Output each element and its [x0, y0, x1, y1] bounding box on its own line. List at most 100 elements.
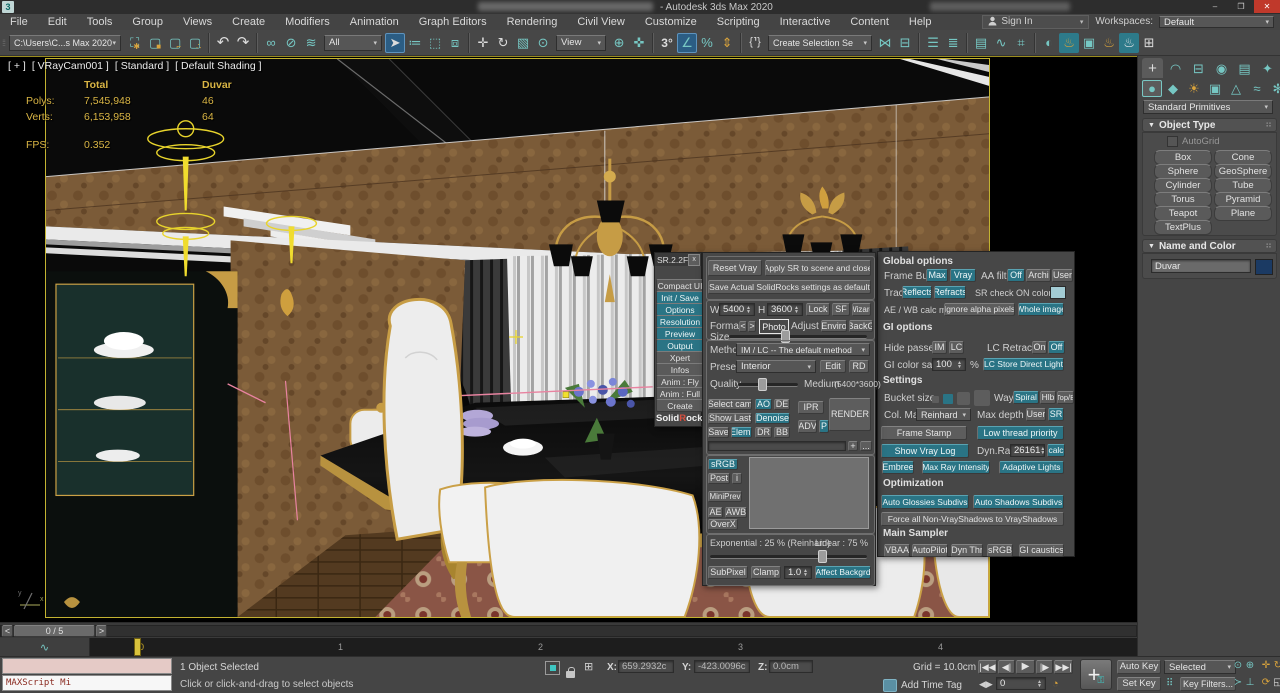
- app-icon[interactable]: 3: [2, 1, 14, 13]
- select-and-scale-icon[interactable]: ▧: [513, 33, 533, 53]
- hide-im-button[interactable]: IM: [932, 341, 947, 354]
- preset-rd-button[interactable]: RD: [849, 360, 869, 373]
- create-cone-button[interactable]: Cone: [1214, 150, 1272, 165]
- whole-image-button[interactable]: Whole image: [1018, 303, 1064, 316]
- format-prev-button[interactable]: <: [739, 321, 747, 332]
- create-geosphere-button[interactable]: GeoSphere: [1214, 164, 1272, 179]
- menu-item-content[interactable]: Content: [840, 14, 899, 30]
- category-shapes-icon[interactable]: ◆: [1163, 80, 1183, 97]
- time-slider-track[interactable]: [0, 625, 1137, 637]
- sign-in-dropdown[interactable]: Sign In ▾: [982, 15, 1089, 29]
- set-keys-big-button[interactable]: +⚿: [1080, 659, 1112, 690]
- material-editor-icon[interactable]: ◐: [1039, 33, 1059, 53]
- wizard-button[interactable]: Wizard: [852, 303, 871, 316]
- time-slider-handle[interactable]: 0 / 5: [14, 625, 95, 637]
- fb-vray-button[interactable]: Vray: [950, 269, 976, 282]
- mirror-icon[interactable]: ⋈: [875, 33, 895, 53]
- category-spacewarps-icon[interactable]: ≈: [1247, 80, 1267, 97]
- use-pivot-center-icon[interactable]: ⊕: [609, 33, 629, 53]
- close-button[interactable]: ✕: [1254, 0, 1280, 13]
- key-mode-toggle-left[interactable]: ◀▶: [979, 679, 993, 690]
- quality-slider-thumb[interactable]: [758, 378, 767, 391]
- preset-edit-button[interactable]: Edit: [820, 360, 846, 373]
- spinner-snap-icon[interactable]: ⇕: [717, 33, 737, 53]
- quality-slider[interactable]: [738, 383, 798, 387]
- adjust-backg-button[interactable]: BackG: [849, 320, 873, 332]
- create-tube-button[interactable]: Tube: [1214, 178, 1272, 193]
- tab-utilities[interactable]: ✦: [1257, 58, 1278, 78]
- menu-item-rendering[interactable]: Rendering: [497, 14, 568, 30]
- force-vrayshadows-button[interactable]: Force all Non-VrayShadows to VrayShadows: [881, 512, 1064, 526]
- play-button[interactable]: ▶: [1016, 660, 1035, 674]
- auto-key-button[interactable]: Auto Key: [1117, 660, 1161, 674]
- aa-off-button[interactable]: Off: [1007, 269, 1025, 282]
- create-teapot-button[interactable]: Teapot: [1154, 206, 1212, 221]
- spinner-arrows-icon[interactable]: ▲▼: [957, 361, 962, 369]
- autogrid-checkbox[interactable]: [1167, 136, 1178, 147]
- ao-button[interactable]: AO: [755, 399, 772, 410]
- rendered-frame-window-icon[interactable]: ▣: [1079, 33, 1099, 53]
- align-icon[interactable]: ⊟: [895, 33, 915, 53]
- plugin-button-1[interactable]: ⛶✱: [125, 33, 145, 53]
- time-next-frame-button[interactable]: >: [96, 625, 107, 637]
- menu-item-tools[interactable]: Tools: [77, 14, 123, 30]
- reset-vray-button[interactable]: Reset Vray: [708, 260, 762, 276]
- absolute-mode-toggle[interactable]: ⊞: [584, 660, 593, 673]
- window-crossing-icon[interactable]: ⧈: [445, 33, 465, 53]
- time-prev-frame-button[interactable]: <: [2, 625, 13, 637]
- preset-dropdown[interactable]: Interior▾: [736, 360, 816, 373]
- primitive-category-dropdown[interactable]: Standard Primitives▾: [1143, 100, 1273, 114]
- menu-item-customize[interactable]: Customize: [635, 14, 707, 30]
- spinner-arrows-icon[interactable]: ▲▼: [803, 569, 808, 577]
- low-thread-button[interactable]: Low thread priority: [977, 426, 1064, 440]
- category-cameras-icon[interactable]: ▣: [1205, 80, 1225, 97]
- create-plane-button[interactable]: Plane: [1214, 206, 1272, 221]
- tab-create[interactable]: +: [1142, 58, 1163, 78]
- render-setup-icon[interactable]: ♨: [1059, 33, 1079, 53]
- safe-frame-button[interactable]: SF: [832, 303, 850, 316]
- trace-refracts-button[interactable]: Refracts: [934, 286, 966, 299]
- way-topb-button[interactable]: Top/B: [1057, 391, 1074, 404]
- title-bar[interactable]: 3 - Autodesk 3ds Max 2020 – ❐ ✕: [0, 0, 1280, 14]
- object-color-swatch[interactable]: [1255, 259, 1273, 275]
- spinner-arrows-icon[interactable]: ▲▼: [746, 306, 751, 314]
- create-sphere-button[interactable]: Sphere: [1154, 164, 1212, 179]
- sr-check-color-swatch[interactable]: [1050, 286, 1066, 299]
- select-object-icon[interactable]: ➤: [385, 33, 405, 53]
- p-button[interactable]: P: [819, 420, 829, 433]
- select-and-place-icon[interactable]: ⊙: [533, 33, 553, 53]
- height-field[interactable]: 3600▲▼: [767, 303, 803, 316]
- lock-aspect-button[interactable]: Lock: [806, 303, 830, 316]
- miniprev-button[interactable]: MiniPrev: [708, 491, 742, 502]
- nav-fov-icon[interactable]: ⊙: [1228, 659, 1248, 673]
- ipr-button[interactable]: IPR: [798, 401, 824, 414]
- menu-item-civil-view[interactable]: Civil View: [567, 14, 634, 30]
- percent-snap-icon[interactable]: %: [697, 33, 717, 53]
- retrace-off-button[interactable]: Off: [1048, 341, 1065, 354]
- plugin-button-2[interactable]: ▢■: [145, 33, 165, 53]
- aa-user-button[interactable]: User: [1052, 269, 1073, 282]
- menu-item-file[interactable]: File: [0, 14, 38, 30]
- key-paw-icon[interactable]: ⠿: [1166, 678, 1173, 689]
- menu-item-scripting[interactable]: Scripting: [707, 14, 770, 30]
- bind-to-space-warp-icon[interactable]: ≋: [301, 33, 321, 53]
- name-color-rollout-header[interactable]: ▼ Name and Color ∷: [1142, 239, 1277, 253]
- sr-nav-create[interactable]: Create: [656, 399, 704, 412]
- auto-glossies-button[interactable]: Auto Glossies Subdivs: [881, 495, 969, 509]
- category-lights-icon[interactable]: ☀: [1184, 80, 1204, 97]
- layer-explorer-icon[interactable]: ≣: [943, 33, 963, 53]
- angle-snap-icon[interactable]: ∠: [677, 33, 697, 53]
- affect-background-button[interactable]: Affect Backgrd: [815, 566, 871, 579]
- menu-item-help[interactable]: Help: [899, 14, 942, 30]
- output-path-field[interactable]: [708, 441, 846, 451]
- select-and-link-icon[interactable]: ∞: [261, 33, 281, 53]
- current-frame-marker[interactable]: [134, 638, 141, 656]
- quick-render-icon[interactable]: ♨: [1099, 33, 1119, 53]
- mini-curve-editor-button[interactable]: ∿: [0, 638, 90, 656]
- show-vray-log-button[interactable]: Show Vray Log: [881, 444, 969, 458]
- size-slider[interactable]: [729, 335, 867, 339]
- ribbon-toggle-icon[interactable]: ▤: [971, 33, 991, 53]
- hide-lc-button[interactable]: LC: [949, 341, 964, 354]
- col-map-dropdown[interactable]: Reinhard▾: [916, 408, 971, 421]
- srgb-sampler-button[interactable]: sRGB: [987, 544, 1013, 557]
